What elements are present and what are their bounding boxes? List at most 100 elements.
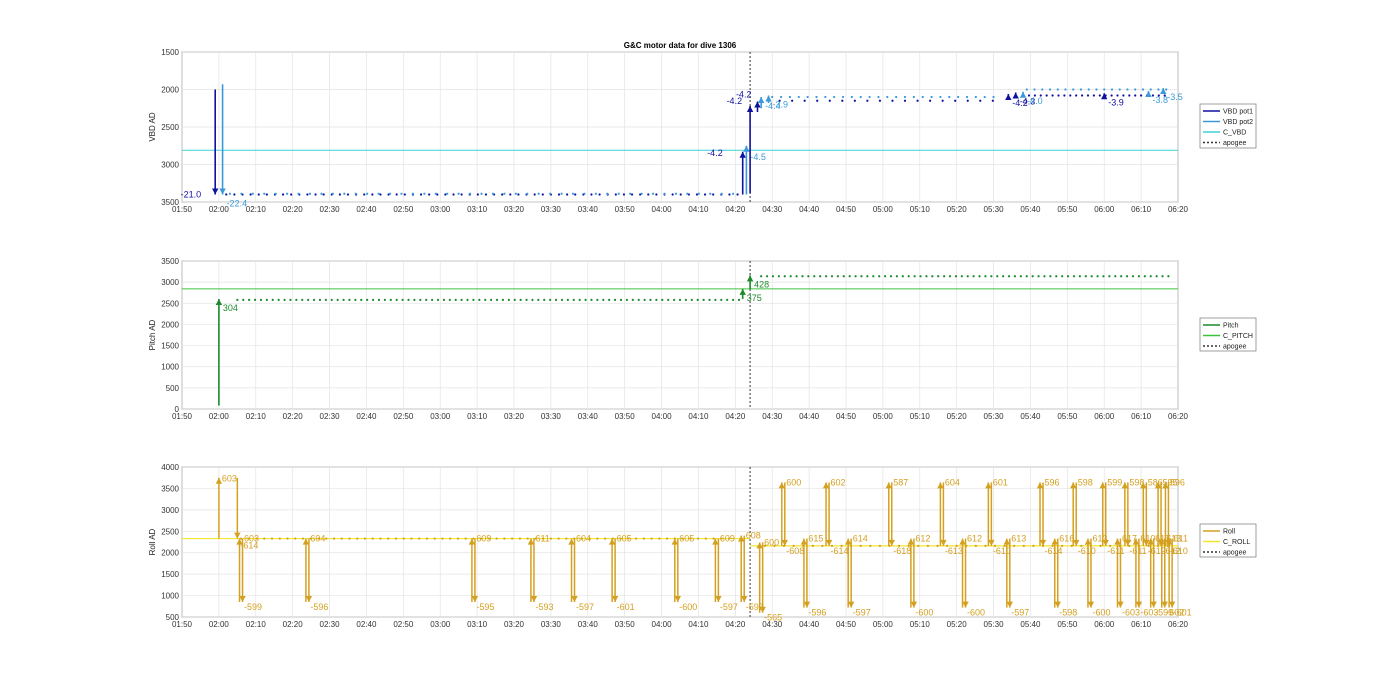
sample-point [619,298,623,302]
sample-point [726,298,729,302]
x-tick-label: 02:10 [246,620,267,629]
sample-point [286,192,289,195]
x-tick-label: 02:10 [246,412,267,421]
sample-point [1155,275,1158,278]
sample-point [806,95,809,99]
sample-point [771,275,775,278]
sample-point [1126,88,1129,91]
sample-point [281,193,285,196]
sample-point [841,99,844,102]
x-tick-label: 02:40 [356,412,377,421]
y-tick-label: 3000 [161,278,179,287]
sample-point [679,193,682,196]
sample-point [708,298,711,302]
x-tick-label: 03:10 [467,205,488,214]
x-tick-label: 05:30 [984,205,1005,214]
x-tick-label: 04:00 [652,412,673,421]
step-label: -22.4 [227,199,248,209]
sample-point [295,298,298,302]
sample-point [872,275,875,278]
sample-point [891,99,894,102]
sample-point [1125,275,1129,278]
step-label: -4.2 [736,90,752,100]
sample-point [795,275,798,278]
sample-point [954,275,958,278]
sample-point [878,99,882,102]
sample-point [1075,94,1078,97]
sample-point [1022,544,1025,547]
roll-label-high: 611 [535,534,549,544]
sample-point [1099,544,1102,547]
y-tick-label: 1500 [161,342,179,351]
sample-point [625,298,628,302]
sample-point [1048,88,1052,91]
sample-point [720,298,723,302]
x-tick-label: 02:00 [209,412,230,421]
sample-point [859,544,862,547]
x-tick-label: 05:40 [1020,412,1041,421]
sample-point [598,193,601,196]
roll-label-low: -618 [893,546,911,556]
sample-point [608,298,611,302]
sample-point [907,275,910,278]
sample-point [655,298,658,302]
figure-title: G&C motor data for dive 1306 [624,41,737,50]
y-tick-label: 2500 [161,299,179,308]
sample-point [1087,88,1090,91]
sample-point [807,275,810,278]
sample-point [954,99,957,102]
sample-point [560,192,563,195]
sample-point [519,298,522,302]
sample-point [720,192,723,195]
roll-label-high: 608 [746,531,761,541]
sample-point [274,192,277,195]
sample-point [377,192,380,195]
sample-point [476,193,479,196]
y-axis-label: Pitch AD [148,319,157,350]
sample-point [436,298,440,302]
roll-label-low: -611 [1129,546,1146,556]
sample-point [259,298,263,302]
sample-point [290,193,293,196]
sample-point [537,192,540,195]
sample-point [557,193,561,196]
roll-label-high: 604 [945,477,960,487]
sample-point [517,193,520,196]
sample-point [737,298,741,302]
roll-label-high: 612 [915,534,930,544]
x-tick-label: 05:30 [984,620,1005,629]
sample-point [1143,275,1146,278]
sample-point [736,193,739,196]
sample-point [1019,275,1022,278]
sample-point [1131,275,1135,278]
sample-point [1134,94,1137,97]
sample-point [1072,275,1076,278]
sample-point [1057,94,1060,97]
sample-point [1137,275,1140,278]
roll-label-high: 604 [576,534,591,544]
chart-panel-1: 01:50 02:00 02:10 02:20 02:30 02:40 02:50 03:00… [148,48,1257,214]
sample-point [1102,275,1105,278]
sample-point [788,95,792,99]
roll-label-low: -565 [764,613,782,623]
sample-point [966,275,969,278]
sample-point [889,275,893,278]
x-tick-label: 05:20 [947,620,968,629]
sample-point [263,537,266,540]
sample-point [696,298,699,302]
roll-label-high: 609 [476,534,491,544]
sample-point [674,192,678,195]
sample-point [948,275,952,278]
y-tick-label: 1500 [161,570,179,579]
sample-point [271,298,274,302]
chart-panel-2: 01:50 02:00 02:10 02:20 02:30 02:40 02:50 03:00… [148,257,1257,421]
x-tick-label: 06:00 [1094,205,1115,214]
sample-point [895,95,898,99]
y-tick-label: 3500 [161,198,179,207]
roll-label-high: 602 [831,477,846,487]
x-tick-label: 06:00 [1094,412,1115,421]
x-tick-label: 05:30 [984,412,1005,421]
sample-point [363,537,367,540]
sample-point [1134,88,1137,91]
roll-label-low: -600 [915,608,933,618]
